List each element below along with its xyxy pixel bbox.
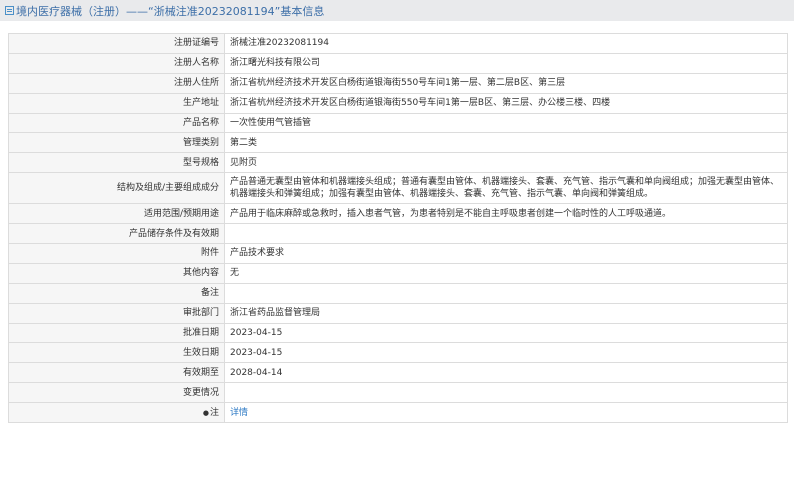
table-row: 注册人住所 浙江省杭州经济技术开发区白杨街道银海街550号车间1第一层、第二层B… <box>8 72 788 94</box>
row-label: 产品储存条件及有效期 <box>8 223 225 245</box>
row-label: 批准日期 <box>8 322 225 344</box>
row-label: 型号规格 <box>8 152 225 174</box>
row-label: 审批部门 <box>8 302 225 324</box>
row-value <box>224 282 788 304</box>
note-label: 注 <box>209 407 219 418</box>
table-row: 有效期至 2028-04-14 <box>8 362 788 384</box>
table-row: 注册人名称 浙江曙光科技有限公司 <box>8 52 788 74</box>
table-row: 结构及组成/主要组成成分 产品普通无囊型由管体和机器端接头组成；普通有囊型由管体… <box>8 172 788 205</box>
table-row: 批准日期 2023-04-15 <box>8 322 788 344</box>
row-value <box>224 382 788 404</box>
row-label: 有效期至 <box>8 362 225 384</box>
note-value-cell: 详情 <box>224 402 788 424</box>
row-label: 附件 <box>8 243 225 264</box>
row-label: 生效日期 <box>8 342 225 364</box>
row-value: 浙械注准20232081194 <box>224 33 788 54</box>
table-row: 审批部门 浙江省药品监督管理局 <box>8 302 788 324</box>
row-label: 产品名称 <box>8 112 225 134</box>
row-value: 2023-04-15 <box>224 342 788 364</box>
page-title: 境内医疗器械（注册）——“浙械注准20232081194”基本信息 <box>16 4 325 18</box>
table-row: 管理类别 第二类 <box>8 132 788 154</box>
row-value: 产品技术要求 <box>224 243 788 264</box>
row-value: 浙江省杭州经济技术开发区白杨街道银海街550号车间1第一层、第二层B区、第三层 <box>224 72 788 94</box>
table-row: 注册证编号 浙械注准20232081194 <box>8 33 788 54</box>
row-value: 一次性使用气管插管 <box>224 112 788 134</box>
row-label: 备注 <box>8 282 225 304</box>
row-label: 管理类别 <box>8 132 225 154</box>
table-row: 其他内容 无 <box>8 262 788 284</box>
row-value: 第二类 <box>224 132 788 154</box>
row-label: 适用范围/预期用途 <box>8 203 225 225</box>
row-value: 无 <box>224 262 788 284</box>
row-value: 2023-04-15 <box>224 322 788 344</box>
page-header: 境内医疗器械（注册）——“浙械注准20232081194”基本信息 <box>0 0 794 21</box>
table-row: 附件 产品技术要求 <box>8 243 788 264</box>
table-row: 生效日期 2023-04-15 <box>8 342 788 364</box>
details-link[interactable]: 详情 <box>230 408 248 418</box>
pin-icon: ● <box>202 408 209 417</box>
row-value: 浙江曙光科技有限公司 <box>224 52 788 74</box>
info-table: 注册证编号 浙械注准20232081194 注册人名称 浙江曙光科技有限公司 注… <box>8 33 788 424</box>
row-label: 结构及组成/主要组成成分 <box>8 172 225 205</box>
row-value <box>224 223 788 245</box>
row-label: 其他内容 <box>8 262 225 284</box>
note-label-cell: ●注 <box>8 402 225 424</box>
row-value: 2028-04-14 <box>224 362 788 384</box>
row-value: 产品用于临床麻醉或急救时，插入患者气管，为患者特别是不能自主呼吸患者创建一个临时… <box>224 203 788 225</box>
row-label: 变更情况 <box>8 382 225 404</box>
table-row: 产品名称 一次性使用气管插管 <box>8 112 788 134</box>
row-label: 注册证编号 <box>8 33 225 54</box>
table-row: 备注 <box>8 282 788 304</box>
row-label: 生产地址 <box>8 92 225 114</box>
row-value: 浙江省药品监督管理局 <box>224 302 788 324</box>
row-label: 注册人名称 <box>8 52 225 74</box>
table-row: 适用范围/预期用途 产品用于临床麻醉或急救时，插入患者气管，为患者特别是不能自主… <box>8 203 788 225</box>
row-value: 浙江省杭州经济技术开发区白杨街道银海街550号车间1第一层B区、第三层、办公楼三… <box>224 92 788 114</box>
table-row: 产品储存条件及有效期 <box>8 223 788 245</box>
table-row: ●注 详情 <box>8 402 788 424</box>
table-row: 生产地址 浙江省杭州经济技术开发区白杨街道银海街550号车间1第一层B区、第三层… <box>8 92 788 114</box>
row-value: 产品普通无囊型由管体和机器端接头组成；普通有囊型由管体、机器端接头、套囊、充气管… <box>224 172 788 205</box>
row-label: 注册人住所 <box>8 72 225 94</box>
table-row: 型号规格 见附页 <box>8 152 788 174</box>
document-icon <box>5 6 14 15</box>
table-row: 变更情况 <box>8 382 788 404</box>
row-value: 见附页 <box>224 152 788 174</box>
